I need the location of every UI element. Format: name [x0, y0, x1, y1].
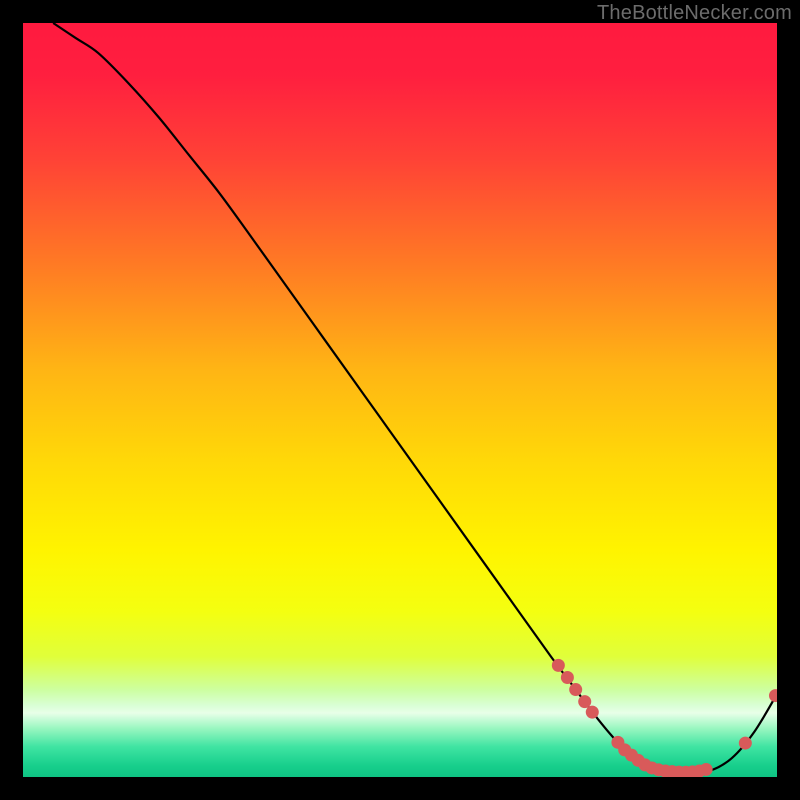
bottleneck-chart — [23, 23, 777, 777]
marker-dot — [578, 695, 591, 708]
marker-dot — [552, 659, 565, 672]
heat-gradient — [23, 23, 777, 777]
watermark: TheBottleNecker.com — [597, 2, 792, 25]
marker-dot — [586, 706, 599, 719]
marker-dot — [739, 737, 752, 750]
marker-dot — [700, 763, 713, 776]
marker-dot — [569, 683, 582, 696]
marker-dot — [561, 671, 574, 684]
chart-area — [23, 23, 777, 777]
